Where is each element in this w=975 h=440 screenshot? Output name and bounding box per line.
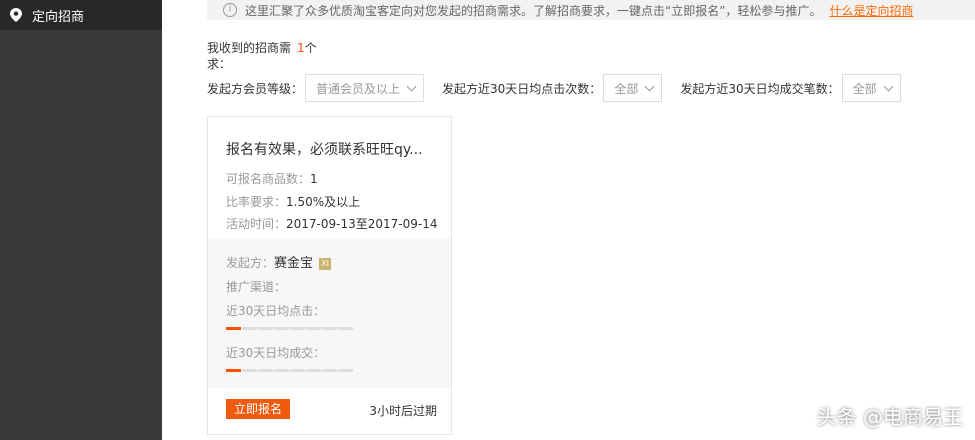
activity-time-line: 活动时间：2017-09-13至2017-09-14 bbox=[226, 215, 438, 232]
level-segment bbox=[306, 327, 321, 330]
level-segment bbox=[226, 327, 241, 330]
level-filter-select[interactable]: 普通会员及以上 bbox=[305, 74, 425, 102]
received-count: 我收到的招商需 1个 求： bbox=[207, 40, 327, 72]
location-pin-icon bbox=[10, 8, 22, 22]
rate-label: 比率要求： bbox=[226, 195, 287, 209]
clicks-filter-select[interactable]: 全部 bbox=[603, 74, 663, 102]
level-segment bbox=[258, 327, 273, 330]
received-count-value: 1 bbox=[297, 41, 305, 55]
goods-count-value: 1 bbox=[310, 172, 318, 186]
rate-value: 1.50%及以上 bbox=[286, 195, 361, 209]
level-segment bbox=[274, 369, 289, 372]
card-stats-panel: 发起方：赛金宝 XI 推广渠道： 近30天日均点击： 近30天日均成交： bbox=[208, 238, 451, 388]
clicks-filter-label: 发起方近30天日均点击次数： bbox=[442, 81, 602, 96]
chevron-down-icon bbox=[644, 81, 655, 91]
level-segment bbox=[338, 369, 353, 372]
level-segment bbox=[226, 369, 241, 372]
deals-stat-label: 近30天日均成交： bbox=[226, 346, 326, 360]
level-filter-label: 发起方会员等级： bbox=[207, 81, 304, 96]
what-is-directed-link[interactable]: 什么是定向招商 bbox=[829, 2, 913, 19]
sponsor-label: 发起方： bbox=[226, 256, 275, 270]
level-segment bbox=[322, 369, 337, 372]
deals-filter-label: 发起方近30天日均成交笔数： bbox=[680, 81, 840, 96]
goods-count-line: 可报名商品数：1 bbox=[226, 170, 318, 187]
card-title[interactable]: 报名有效果，必须联系旺旺qy... bbox=[226, 139, 436, 159]
received-unit: 个 bbox=[304, 41, 317, 55]
level-segment bbox=[242, 327, 257, 330]
rate-line: 比率要求：1.50%及以上 bbox=[226, 193, 360, 210]
notice-text: 这里汇聚了众多优质淘宝客定向对您发起的招商需求。了解招商要求，一键点击“立即报名… bbox=[245, 3, 822, 18]
main-content: i 这里汇聚了众多优质淘宝客定向对您发起的招商需求。了解招商要求，一键点击“立即… bbox=[162, 0, 975, 440]
clicks-level-bar bbox=[226, 327, 354, 330]
received-prefix: 我收到的招商需 bbox=[207, 41, 292, 55]
sponsor-name[interactable]: 赛金宝 bbox=[274, 256, 313, 271]
card-footer: 立即报名 3小时后过期 bbox=[208, 386, 451, 434]
received-tail: 求： bbox=[207, 57, 232, 71]
deals-filter-select[interactable]: 全部 bbox=[841, 74, 901, 102]
activity-time-label: 活动时间： bbox=[226, 217, 287, 231]
level-segment bbox=[258, 369, 273, 372]
chevron-down-icon bbox=[406, 81, 417, 91]
deals-level-bar bbox=[226, 369, 354, 372]
deals-filter-value: 全部 bbox=[852, 81, 877, 96]
sidebar-item-label: 定向招商 bbox=[32, 9, 85, 25]
activity-time-value: 2017-09-13至2017-09-14 bbox=[286, 217, 438, 231]
filter-bar: 发起方会员等级： 普通会员及以上 发起方近30天日均点击次数： 全部 发起方近3… bbox=[207, 74, 919, 102]
sidebar-item-directed-recruitment[interactable]: 定向招商 bbox=[0, 0, 162, 30]
expire-text: 3小时后过期 bbox=[369, 404, 437, 418]
level-filter-value: 普通会员及以上 bbox=[316, 81, 401, 96]
info-icon: i bbox=[223, 3, 237, 17]
level-segment bbox=[322, 327, 337, 330]
channel-label: 推广渠道： bbox=[226, 280, 287, 294]
goods-count-label: 可报名商品数： bbox=[226, 172, 311, 186]
clicks-filter-value: 全部 bbox=[614, 81, 639, 96]
notice-bar: i 这里汇聚了众多优质淘宝客定向对您发起的招商需求。了解招商要求，一键点击“立即… bbox=[207, 0, 975, 20]
chevron-down-icon bbox=[883, 81, 894, 91]
level-segment bbox=[290, 369, 305, 372]
sidebar: 定向招商 bbox=[0, 0, 162, 440]
level-segment bbox=[274, 327, 289, 330]
level-segment bbox=[242, 369, 257, 372]
level-segment bbox=[306, 369, 321, 372]
watermark: 头条 @电商易王 bbox=[816, 405, 963, 429]
sponsor-line: 发起方：赛金宝 XI bbox=[226, 252, 332, 271]
level-segment bbox=[338, 327, 353, 330]
level-segment bbox=[290, 327, 305, 330]
signup-button[interactable]: 立即报名 bbox=[226, 399, 291, 419]
seller-level-icon: XI bbox=[319, 257, 332, 270]
recruitment-card: 报名有效果，必须联系旺旺qy... 可报名商品数：1 比率要求：1.50%及以上… bbox=[207, 116, 452, 435]
clicks-stat-label: 近30天日均点击： bbox=[226, 304, 326, 318]
